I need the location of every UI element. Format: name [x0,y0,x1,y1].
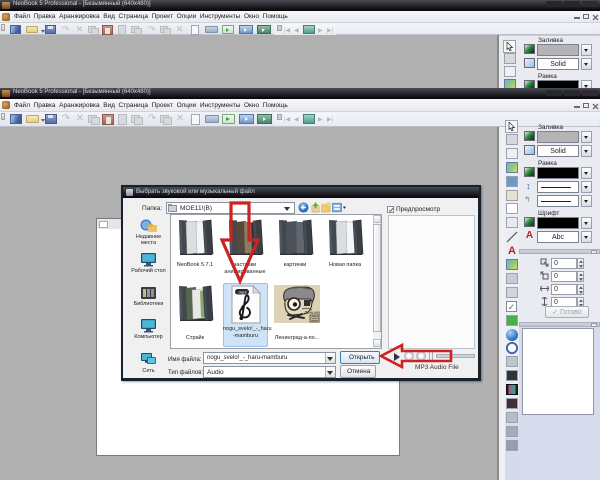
svg-text:.mp3: .mp3 [238,289,248,294]
svg-text:Ленинград: Ленинград [303,310,320,315]
